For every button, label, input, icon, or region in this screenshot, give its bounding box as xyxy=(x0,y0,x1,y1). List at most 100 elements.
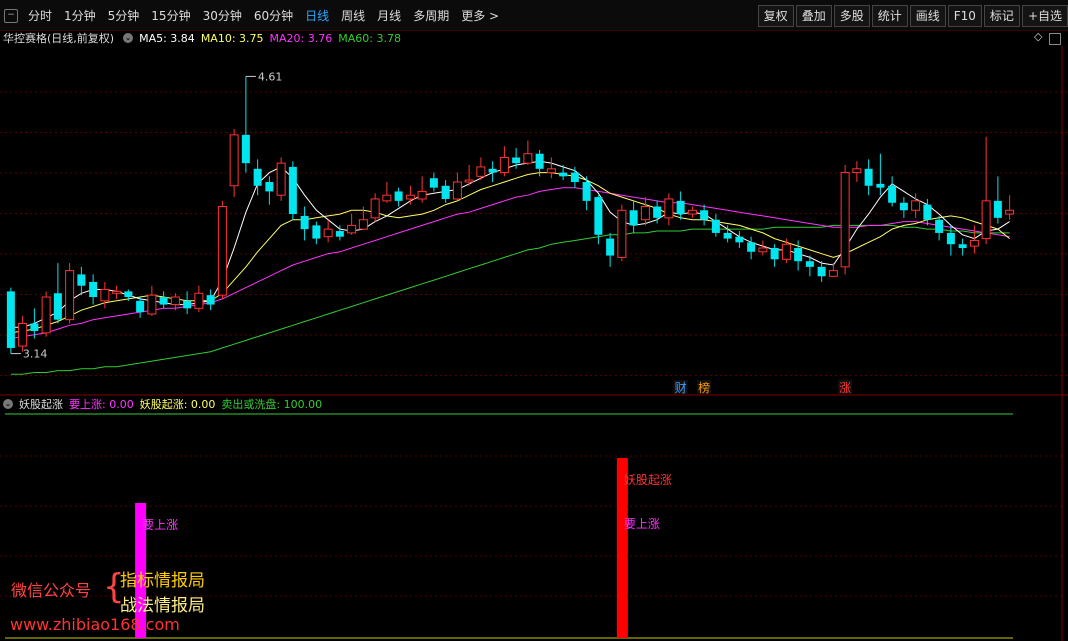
event-marker-1: 榜 xyxy=(698,380,710,395)
candle-body-51 xyxy=(606,238,615,256)
high-price-label: 4.61 xyxy=(258,70,283,83)
candle-body-76 xyxy=(899,202,908,211)
candle-body-58 xyxy=(687,209,697,215)
candle-body-53 xyxy=(629,210,638,226)
candle-body-12 xyxy=(147,294,157,315)
candle-body-28 xyxy=(335,231,344,237)
candle-body-71 xyxy=(840,172,850,268)
candle-body-9 xyxy=(112,290,122,294)
watermark-wechat-label: 微信公众号 xyxy=(11,581,92,600)
candle-body-72 xyxy=(852,168,862,174)
candle-body-2 xyxy=(30,323,39,331)
candle-body-67 xyxy=(794,248,803,262)
event-marker-0: 财 xyxy=(675,381,687,395)
candle-body-68 xyxy=(805,261,814,267)
candle-body-11 xyxy=(136,300,145,313)
candle-body-1 xyxy=(18,322,28,347)
candle-body-41 xyxy=(488,168,497,173)
signal-label-1-0: 妖股起涨 xyxy=(624,472,672,487)
candle-body-52 xyxy=(617,209,627,258)
candle-body-82 xyxy=(969,239,979,247)
candle-body-61 xyxy=(723,232,732,239)
candle-body-50 xyxy=(594,197,603,235)
candle-body-45 xyxy=(535,153,544,169)
candle-body-69 xyxy=(817,266,826,277)
candle-body-21 xyxy=(253,168,262,186)
candle-body-19 xyxy=(229,134,239,187)
candle-body-27 xyxy=(323,228,333,238)
candle-body-33 xyxy=(394,191,403,201)
candle-body-20 xyxy=(241,134,250,164)
candle-body-78 xyxy=(923,204,932,220)
candle-body-57 xyxy=(676,200,685,215)
candle-body-39 xyxy=(464,179,474,183)
candle-body-5 xyxy=(65,270,75,321)
watermark-line-1: 指标情报局 xyxy=(120,571,205,591)
candle-body-64 xyxy=(758,247,768,253)
candle-body-40 xyxy=(476,166,486,177)
candle-body-62 xyxy=(735,236,744,243)
candle-body-84 xyxy=(993,200,1002,218)
candle-body-7 xyxy=(89,281,98,298)
signal-label-1-1: 要上涨 xyxy=(624,516,660,531)
candle-body-26 xyxy=(312,225,321,239)
candle-body-15 xyxy=(183,300,192,309)
candle-body-65 xyxy=(770,248,779,260)
watermark-url: www.zhibiao168.com xyxy=(10,615,180,634)
candle-body-31 xyxy=(370,198,380,219)
candle-body-18 xyxy=(217,206,227,296)
candle-body-70 xyxy=(828,270,838,277)
candle-body-0 xyxy=(6,291,15,348)
candle-body-73 xyxy=(864,168,873,186)
candle-body-49 xyxy=(582,182,591,201)
kline-chart[interactable]: 4.61 3.14 财榜 涨要上涨 妖股起涨要上涨 xyxy=(0,0,1068,641)
candle-body-38 xyxy=(452,181,462,200)
candle-body-46 xyxy=(546,168,556,174)
candle-body-81 xyxy=(958,244,967,248)
candle-body-22 xyxy=(265,182,274,192)
candle-body-42 xyxy=(499,156,509,174)
candle-body-59 xyxy=(700,210,709,220)
watermark-line-2: 战法情报局 xyxy=(120,596,205,616)
candle-body-66 xyxy=(781,243,791,260)
candle-body-60 xyxy=(711,219,720,233)
candle-body-63 xyxy=(747,242,756,252)
candle-body-85 xyxy=(1005,209,1015,215)
candle-body-24 xyxy=(288,166,297,215)
candle-body-36 xyxy=(429,178,438,188)
candle-body-3 xyxy=(41,296,51,334)
candle-body-83 xyxy=(981,200,991,240)
candle-body-47 xyxy=(559,172,568,177)
candle-body-37 xyxy=(441,185,450,199)
candle-body-43 xyxy=(512,157,521,164)
candle-body-25 xyxy=(300,215,309,230)
candle-body-32 xyxy=(382,194,392,202)
candle-body-8 xyxy=(100,288,110,302)
candle-body-79 xyxy=(935,219,944,233)
low-price-label: 3.14 xyxy=(23,348,48,361)
candle-body-55 xyxy=(653,206,662,218)
candle-body-29 xyxy=(347,224,357,234)
candle-body-77 xyxy=(911,200,921,211)
candle-body-75 xyxy=(888,185,897,203)
signal-label-0-0: 要上涨 xyxy=(142,517,178,532)
candle-body-4 xyxy=(53,293,62,320)
candle-body-54 xyxy=(640,206,650,221)
candle-body-34 xyxy=(405,194,415,200)
candle-body-48 xyxy=(570,172,579,182)
candle-body-14 xyxy=(170,296,180,306)
candle-body-10 xyxy=(124,291,133,298)
ma20-line xyxy=(10,187,1010,339)
candle-body-74 xyxy=(876,183,885,188)
candle-body-13 xyxy=(159,297,168,305)
candle-body-44 xyxy=(523,153,533,164)
candle-body-6 xyxy=(77,274,86,286)
candle-body-17 xyxy=(206,295,215,305)
candle-body-80 xyxy=(946,232,955,245)
candle-body-23 xyxy=(276,162,286,196)
candle-body-30 xyxy=(358,219,368,230)
candle-body-16 xyxy=(194,292,204,309)
event-marker-2: 涨 xyxy=(839,380,851,395)
candle-body-35 xyxy=(417,190,427,200)
candle-body-56 xyxy=(664,198,674,219)
